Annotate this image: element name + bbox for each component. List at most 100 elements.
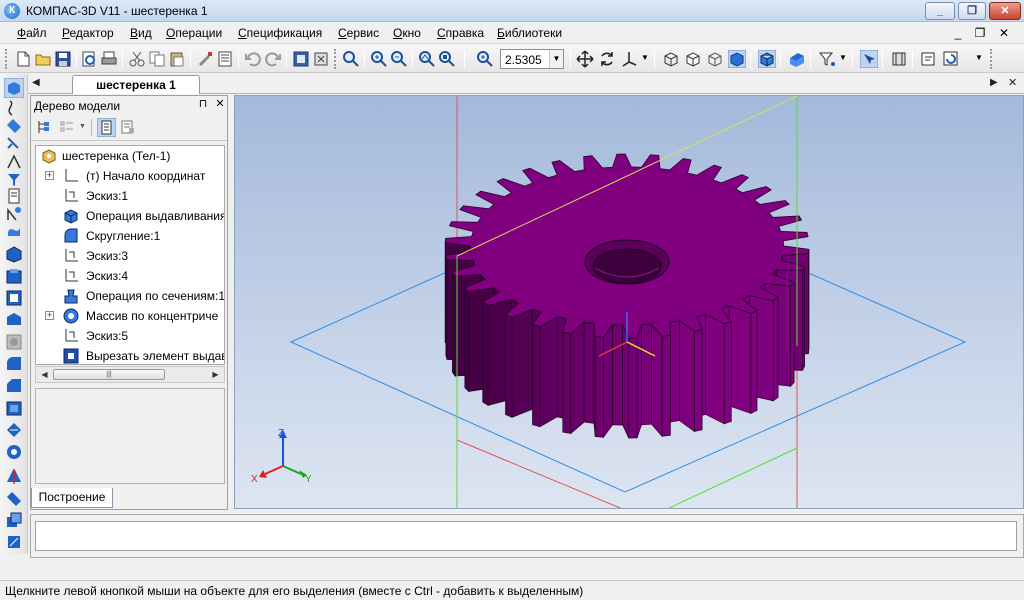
edit-part-icon[interactable] (4, 78, 24, 98)
redo-icon[interactable] (264, 50, 282, 68)
properties-field[interactable] (35, 521, 1017, 551)
pin-icon[interactable]: ⊓ (197, 98, 209, 110)
circular-array-tool-icon[interactable] (4, 442, 24, 462)
tree-item-cut-extrude[interactable]: Вырезать элемент выдав (36, 346, 224, 364)
tree-item-sketch-1[interactable]: Эскиз:1 (36, 186, 224, 206)
print-preview-icon[interactable] (80, 50, 98, 68)
doc-minimize-icon[interactable]: _ (950, 25, 966, 41)
cut-icon[interactable] (128, 50, 146, 68)
menu-operations[interactable]: Операции (166, 26, 222, 40)
loft-tool-icon[interactable] (4, 310, 24, 330)
shaded-icon[interactable] (728, 50, 746, 68)
zoom-out-icon[interactable] (390, 50, 408, 68)
zoom-current-icon[interactable] (476, 50, 494, 68)
fillet-tool-icon[interactable] (4, 354, 24, 374)
tree-item-root[interactable]: шестеренка (Тел-1) (36, 146, 224, 166)
scrollbar-thumb[interactable]: ||| (53, 369, 165, 380)
doc-restore-icon[interactable]: ❐ (972, 25, 988, 41)
copy-icon[interactable] (148, 50, 166, 68)
spatial-curves-icon[interactable] (4, 98, 24, 118)
tree-structure-icon[interactable] (36, 119, 52, 135)
split-tool-icon[interactable] (4, 488, 24, 508)
chevron-down-icon[interactable]: ▼ (549, 50, 563, 68)
library-manager-icon[interactable] (890, 50, 908, 68)
thin-hidden-lines-icon[interactable] (706, 50, 724, 68)
doc-close-icon[interactable]: ✕ (996, 25, 1012, 41)
kinematic-tool-icon[interactable] (4, 288, 24, 308)
open-folder-icon[interactable] (34, 50, 52, 68)
menu-service[interactable]: Сервис (338, 26, 379, 40)
minimize-button[interactable]: _ (925, 2, 955, 20)
menu-file[interactable]: Файл (17, 26, 47, 40)
rotate-tool-icon[interactable] (4, 266, 24, 286)
hidden-lines-icon[interactable] (684, 50, 702, 68)
zoom-scale-select[interactable]: 2.5305 ▼ (500, 49, 564, 69)
chevron-down-icon[interactable]: ▼ (79, 123, 86, 130)
tab-scroll-left-icon[interactable]: ◀ (32, 77, 40, 88)
zoom-window-icon[interactable] (342, 50, 360, 68)
toolbar-grip[interactable] (334, 49, 337, 69)
rib-tool-icon[interactable] (4, 420, 24, 440)
format-brush-icon[interactable] (196, 50, 214, 68)
print-icon[interactable] (100, 50, 118, 68)
sketch-tool-icon[interactable] (4, 532, 24, 552)
tab-close-icon[interactable]: ✕ (1008, 76, 1017, 89)
close-window-button[interactable]: ✕ (989, 2, 1021, 20)
tree-filter-icon[interactable] (97, 118, 116, 137)
undo-icon[interactable] (244, 50, 262, 68)
chevron-down-icon[interactable]: ▼ (975, 53, 983, 62)
tab-scroll-right-icon[interactable]: ▶ (990, 77, 998, 88)
tree-item-extrude[interactable]: Операция выдавливания (36, 206, 224, 226)
wireframe-icon[interactable] (662, 50, 680, 68)
tree-item-origin[interactable]: + (т) Начало координат (36, 166, 224, 186)
menu-view[interactable]: Вид (130, 26, 152, 40)
menu-help[interactable]: Справка (437, 26, 484, 40)
filter-icon[interactable] (818, 50, 836, 68)
arrays-icon[interactable] (4, 134, 24, 154)
scroll-left-icon[interactable]: ◀ (37, 368, 52, 381)
mirror-tool-icon[interactable] (4, 466, 24, 486)
expand-icon[interactable]: + (45, 311, 54, 320)
variables-icon[interactable] (312, 50, 330, 68)
zoom-in-icon[interactable] (370, 50, 388, 68)
new-document-icon[interactable] (14, 50, 32, 68)
tab-construction[interactable]: Построение (31, 488, 113, 508)
surfaces-icon[interactable] (4, 116, 24, 136)
tree-item-fillet[interactable]: Скругление:1 (36, 226, 224, 246)
toolbar-grip[interactable] (990, 49, 993, 69)
pan-icon[interactable] (576, 50, 594, 68)
perspective-icon[interactable] (788, 50, 806, 68)
sheet-metal-icon[interactable] (4, 220, 24, 240)
tree-item-sketch-4[interactable]: Эскиз:4 (36, 266, 224, 286)
maximize-button[interactable]: ❐ (958, 2, 986, 20)
expand-icon[interactable]: + (45, 171, 54, 180)
paste-icon[interactable] (168, 50, 186, 68)
tree-item-sketch-5[interactable]: Эскиз:5 (36, 326, 224, 346)
rebuild-icon[interactable] (942, 50, 960, 68)
rotate-icon[interactable] (598, 50, 616, 68)
tree-item-loft[interactable]: Операция по сечениям:1 (36, 286, 224, 306)
tree-item-sketch-3[interactable]: Эскиз:3 (36, 246, 224, 266)
model-viewport[interactable]: Z X Y (234, 95, 1024, 509)
measure-icon[interactable] (920, 50, 938, 68)
zoom-scale-icon[interactable] (418, 50, 436, 68)
toolbar-grip[interactable] (5, 49, 8, 69)
chamfer-tool-icon[interactable] (4, 376, 24, 396)
hole-tool-icon[interactable] (4, 332, 24, 352)
chevron-down-icon[interactable]: ▼ (839, 53, 847, 62)
selection-filter-icon[interactable] (860, 50, 878, 68)
shaded-edges-icon[interactable] (758, 50, 776, 68)
manager-icon[interactable] (292, 50, 310, 68)
tree-horizontal-scrollbar[interactable]: ◀ ||| ▶ (35, 366, 225, 383)
menu-specification[interactable]: Спецификация (238, 26, 322, 40)
orientation-icon[interactable] (620, 50, 638, 68)
extrude-tool-icon[interactable] (4, 244, 24, 264)
menu-edit[interactable]: Редактор (62, 26, 114, 40)
properties-icon[interactable] (216, 50, 234, 68)
specification-icon[interactable] (4, 186, 24, 206)
tree-sort-icon[interactable] (120, 119, 136, 135)
auxiliary-geometry-icon[interactable] (4, 152, 24, 172)
menu-libraries[interactable]: Библиотеки (497, 26, 562, 40)
zoom-fit-icon[interactable] (438, 50, 456, 68)
close-icon[interactable]: ✕ (214, 98, 226, 110)
